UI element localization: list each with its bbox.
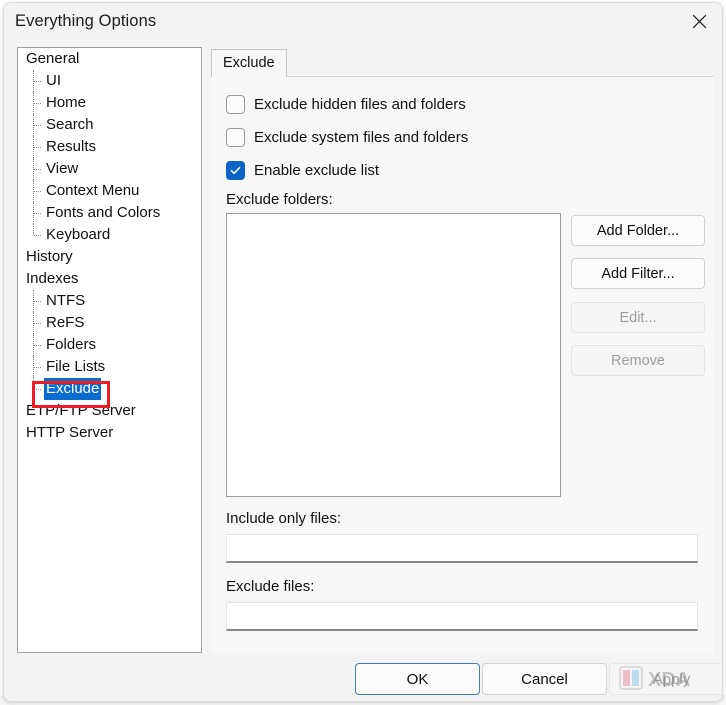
checkbox-row-exclude-system[interactable]: Exclude system files and folders bbox=[226, 128, 468, 147]
sidebar-item-label: Indexes bbox=[26, 270, 79, 287]
checkbox-label-exclude-system: Exclude system files and folders bbox=[254, 129, 469, 146]
sidebar-item-label: Exclude bbox=[44, 378, 102, 400]
tab-strip: Exclude bbox=[211, 49, 714, 77]
sidebar-item-indexes[interactable]: Indexes bbox=[18, 268, 201, 290]
sidebar-item-history[interactable]: History bbox=[18, 246, 201, 268]
tab-exclude[interactable]: Exclude bbox=[211, 49, 287, 77]
sidebar-item-refs[interactable]: ReFS bbox=[18, 312, 201, 334]
checkbox-label-enable-exclude-list: Enable exclude list bbox=[254, 162, 380, 179]
sidebar-item-label: File Lists bbox=[46, 358, 106, 375]
sidebar-item-label: Folders bbox=[46, 336, 97, 353]
sidebar-item-view[interactable]: View bbox=[18, 158, 201, 180]
sidebar-item-keyboard[interactable]: Keyboard bbox=[18, 224, 201, 246]
sidebar-item-label: NTFS bbox=[46, 292, 86, 309]
sidebar-item-home[interactable]: Home bbox=[18, 92, 201, 114]
sidebar-item-search[interactable]: Search bbox=[18, 114, 201, 136]
sidebar-item-label: UI bbox=[46, 72, 61, 89]
sidebar-item-folders[interactable]: Folders bbox=[18, 334, 201, 356]
exclude-files-label: Exclude files: bbox=[226, 578, 315, 595]
exclude-folders-label: Exclude folders: bbox=[226, 191, 333, 208]
checkbox-row-enable-exclude-list[interactable]: Enable exclude list bbox=[226, 161, 379, 180]
sidebar-item-ui[interactable]: UI bbox=[18, 70, 201, 92]
checkbox-exclude-hidden[interactable] bbox=[226, 95, 245, 114]
exclude-settings-panel: Exclude hidden files and folders Exclude… bbox=[211, 77, 714, 653]
title-bar: Everything Options bbox=[4, 3, 722, 43]
cancel-button[interactable]: Cancel bbox=[482, 663, 607, 695]
sidebar-item-label: HTTP Server bbox=[26, 424, 114, 441]
apply-button: Apply bbox=[609, 663, 722, 695]
add-folder-button[interactable]: Add Folder... bbox=[571, 215, 705, 246]
checkmark-icon bbox=[229, 164, 242, 177]
settings-tree[interactable]: General UI Home Search Results View Context Me… bbox=[17, 47, 202, 653]
sidebar-item-label: ETP/FTP Server bbox=[26, 402, 136, 419]
sidebar-item-ntfs[interactable]: NTFS bbox=[18, 290, 201, 312]
sidebar-item-label: Results bbox=[46, 138, 97, 155]
close-button[interactable] bbox=[676, 3, 722, 39]
remove-button: Remove bbox=[571, 345, 705, 376]
everything-options-window: Everything Options General UI Home Search Re… bbox=[3, 2, 723, 702]
sidebar-item-results[interactable]: Results bbox=[18, 136, 201, 158]
sidebar-item-label: View bbox=[46, 160, 79, 177]
edit-button: Edit... bbox=[571, 302, 705, 333]
sidebar-item-general[interactable]: General bbox=[18, 48, 201, 70]
sidebar-item-label: ReFS bbox=[46, 314, 85, 331]
sidebar-item-label: History bbox=[26, 248, 73, 265]
include-only-files-input[interactable] bbox=[226, 534, 698, 563]
exclude-folders-listbox[interactable] bbox=[226, 213, 561, 497]
window-title: Everything Options bbox=[15, 12, 157, 30]
sidebar-item-label: Search bbox=[46, 116, 94, 133]
sidebar-item-label: Fonts and Colors bbox=[46, 204, 161, 221]
ok-button[interactable]: OK bbox=[355, 663, 480, 695]
sidebar-item-fonts-and-colors[interactable]: Fonts and Colors bbox=[18, 202, 201, 224]
sidebar-item-etp-ftp-server[interactable]: ETP/FTP Server bbox=[18, 400, 201, 422]
sidebar-item-label: General bbox=[26, 50, 80, 67]
exclude-files-input[interactable] bbox=[226, 602, 698, 631]
sidebar-item-context-menu[interactable]: Context Menu bbox=[18, 180, 201, 202]
include-only-files-label: Include only files: bbox=[226, 510, 342, 527]
checkbox-label-exclude-hidden: Exclude hidden files and folders bbox=[254, 96, 466, 113]
checkbox-exclude-system[interactable] bbox=[226, 128, 245, 147]
sidebar-item-label: Home bbox=[46, 94, 87, 111]
add-filter-button[interactable]: Add Filter... bbox=[571, 258, 705, 289]
sidebar-item-label: Context Menu bbox=[46, 182, 140, 199]
checkbox-row-exclude-hidden[interactable]: Exclude hidden files and folders bbox=[226, 95, 466, 114]
sidebar-item-file-lists[interactable]: File Lists bbox=[18, 356, 201, 378]
sidebar-item-exclude[interactable]: Exclude bbox=[18, 378, 201, 400]
close-icon bbox=[692, 14, 707, 29]
checkbox-enable-exclude-list[interactable] bbox=[226, 161, 245, 180]
sidebar-item-http-server[interactable]: HTTP Server bbox=[18, 422, 201, 444]
sidebar-item-label: Keyboard bbox=[46, 226, 111, 243]
